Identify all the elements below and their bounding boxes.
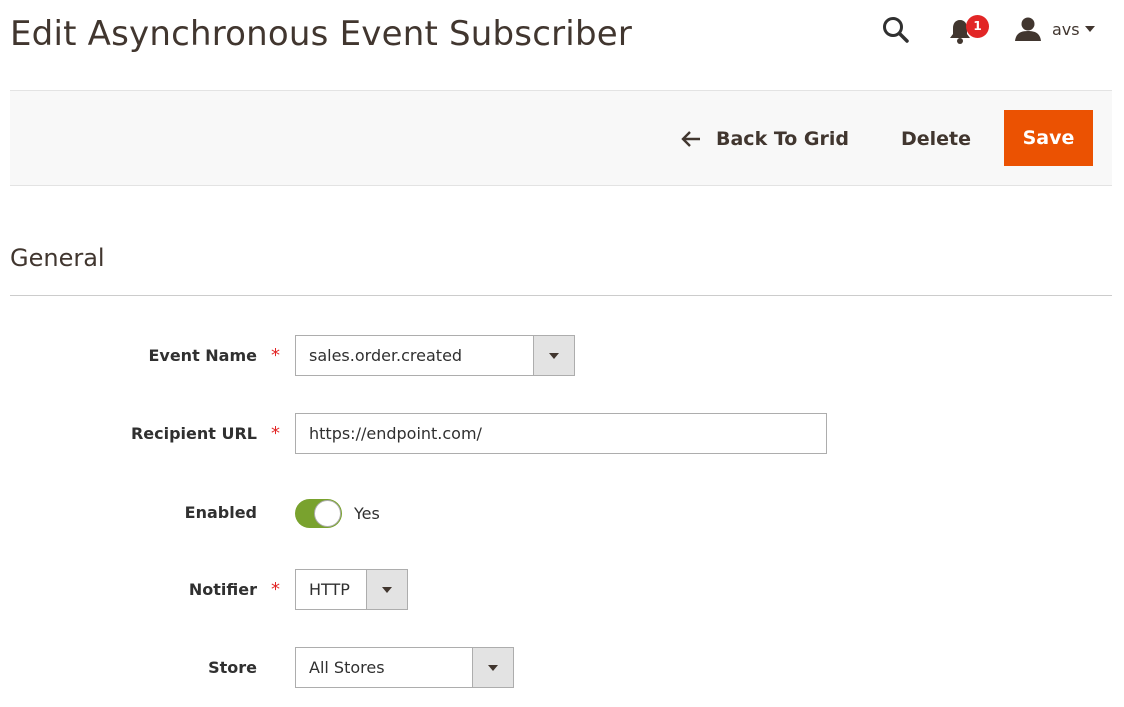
page-title: Edit Asynchronous Event Subscriber bbox=[10, 14, 633, 54]
section-title-general: General bbox=[10, 244, 105, 272]
page-actions-bar: Back To Grid Delete Save bbox=[10, 90, 1112, 186]
store-select[interactable]: All Stores bbox=[295, 647, 514, 688]
recipient-url-label: Recipient URL bbox=[130, 424, 257, 443]
search-button[interactable] bbox=[880, 14, 912, 46]
event-name-label: Event Name bbox=[148, 346, 257, 365]
store-label: Store bbox=[208, 658, 257, 677]
recipient-url-input[interactable] bbox=[295, 413, 827, 454]
notifier-value: HTTP bbox=[309, 580, 350, 599]
chevron-down-icon bbox=[533, 336, 574, 375]
user-icon bbox=[1015, 17, 1041, 41]
chevron-down-icon bbox=[366, 570, 407, 609]
user-account-menu[interactable]: avs bbox=[1014, 14, 1104, 46]
section-divider bbox=[10, 295, 1112, 296]
enabled-toggle[interactable] bbox=[295, 499, 342, 528]
notifier-required-marker: * bbox=[271, 579, 280, 600]
toggle-knob bbox=[314, 500, 341, 527]
enabled-value-text: Yes bbox=[354, 504, 380, 523]
delete-button[interactable]: Delete bbox=[901, 123, 971, 155]
event-name-select[interactable]: sales.order.created bbox=[295, 335, 575, 376]
enabled-label: Enabled bbox=[184, 503, 257, 522]
back-to-grid-label: Back To Grid bbox=[716, 128, 849, 150]
event-name-required-marker: * bbox=[271, 345, 280, 366]
chevron-down-icon bbox=[472, 648, 513, 687]
notification-count-badge: 1 bbox=[966, 15, 989, 38]
notifier-label: Notifier bbox=[188, 580, 257, 599]
notifications-button[interactable]: 1 bbox=[946, 14, 990, 46]
notifier-select[interactable]: HTTP bbox=[295, 569, 408, 610]
back-to-grid-button[interactable]: Back To Grid bbox=[680, 123, 849, 155]
save-button[interactable]: Save bbox=[1004, 110, 1093, 166]
search-icon bbox=[883, 17, 909, 43]
arrow-left-icon bbox=[681, 131, 700, 147]
store-value: All Stores bbox=[309, 658, 385, 677]
user-name: avs bbox=[1052, 20, 1080, 39]
chevron-down-icon bbox=[1085, 26, 1095, 32]
event-name-value: sales.order.created bbox=[309, 346, 463, 365]
recipient-url-required-marker: * bbox=[271, 423, 280, 444]
